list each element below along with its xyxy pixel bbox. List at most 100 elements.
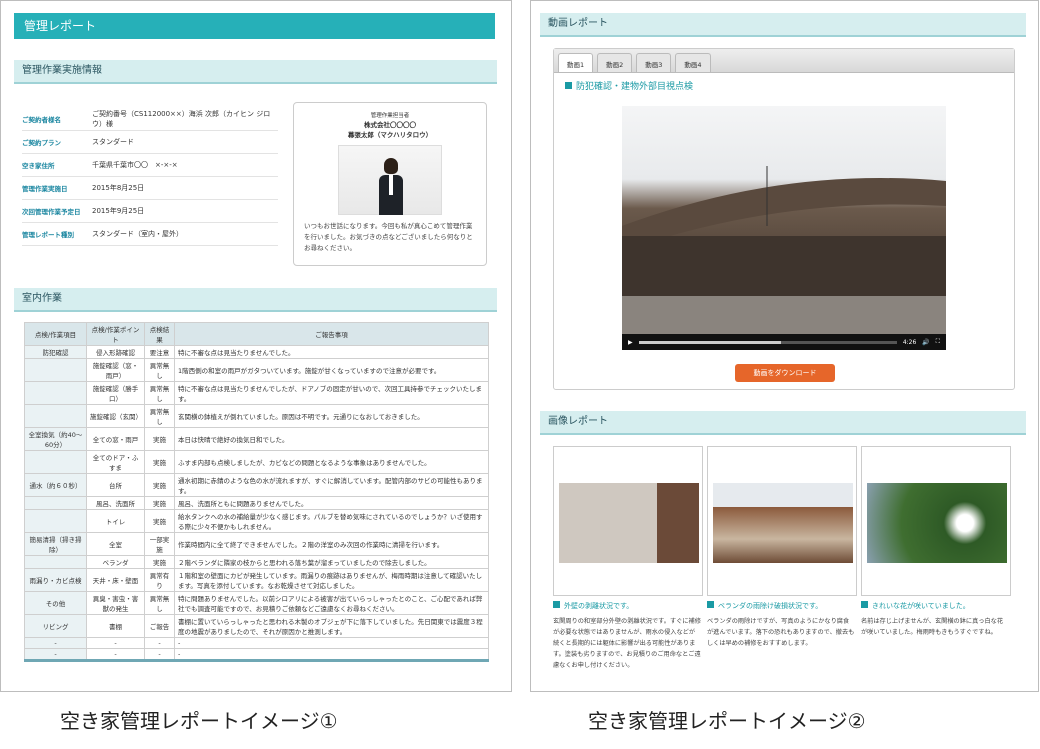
- table-row: 施錠確認（勝手口） 異常無し 特に不審な点は見当たりませんでしたが、ドアノブの固定が…: [24, 381, 489, 405]
- table-row: 風呂、洗面所 実施 風呂、洗面所ともに問題ありませんでした。: [24, 496, 489, 510]
- table-cell: 特に不審な点は見当たりませんでしたが、ドアノブの固定が甘いので、次回工具持参でチ…: [174, 381, 489, 405]
- tab-video-4[interactable]: 動画4: [675, 53, 711, 72]
- table-row: 全てのドア・ふすま 実施 ふすま内部も点検しましたが、カビなどの問題となるような事象…: [24, 450, 489, 474]
- col-point: 点検/作業ポイント: [86, 322, 145, 346]
- table-cell: 一部実施: [144, 532, 175, 556]
- flower-photo: [867, 483, 1007, 563]
- info-row: 空き家住所 千葉県千葉市〇〇 ×-×-×: [22, 154, 278, 177]
- caption-image-1: 空き家管理レポートイメージ①: [60, 709, 338, 733]
- info-value: スタンダード（室内・屋外）: [92, 230, 183, 238]
- tab-video-1[interactable]: 動画1: [558, 53, 594, 72]
- table-cell: ２階ベランダに隣家の枝からと思われる落ち葉が溜まっていましたので除去しました。: [174, 555, 489, 569]
- section-indoor-work: 室内作業: [14, 288, 497, 312]
- table-cell: [24, 381, 87, 405]
- table-row: ベランダ 実施 ２階ベランダに隣家の枝からと思われる落ち葉が溜まっていましたので除去…: [24, 555, 489, 569]
- volume-icon[interactable]: 🔊: [922, 339, 929, 346]
- manager-name: 幕張太郎（マクハリタロウ）: [347, 131, 433, 139]
- table-cell: [24, 496, 87, 510]
- table-row: ----: [24, 637, 489, 649]
- fullscreen-icon[interactable]: ⛶: [936, 338, 940, 346]
- table-cell: 天井・床・壁面: [86, 568, 145, 592]
- tab-video-2[interactable]: 動画2: [597, 53, 633, 72]
- table-cell: 要注意: [144, 345, 175, 359]
- manager-company: 株式会社〇〇〇〇: [364, 121, 416, 129]
- info-key: ご契約プラン: [22, 139, 61, 147]
- table-cell: 全室換気（約40〜60分）: [24, 427, 87, 451]
- contract-info: ご契約者様名 ご契約番号（CS112000××）海浜 次郎（カイヒン ジロウ）様 …: [22, 108, 278, 246]
- table-row: 雨漏り・カビ点検 天井・床・壁面 異常有り １階和室の壁面にカビが発生しています。雨漏…: [24, 568, 489, 592]
- table-row: トイレ 実施 給水タンクへの水の補給量が少なく感じます。パルブを替め気味にされている…: [24, 509, 489, 533]
- info-row: 管理作業実施日 2015年8月25日: [22, 177, 278, 200]
- play-icon[interactable]: ▶: [628, 339, 633, 346]
- table-cell: -: [24, 637, 87, 649]
- download-video-button[interactable]: 動画をダウンロード: [735, 364, 835, 382]
- col-item: 点検/作業項目: [24, 322, 87, 346]
- table-row: 簡易清掃（掃き掃除） 全室 一部実施 作業時間内に全て終了できませんでした。２階の洋室…: [24, 532, 489, 556]
- table-cell: 特に問題ありませんでした。以前シロアリによる被害が出ていらっしゃったとのこと、ご…: [174, 591, 489, 615]
- table-cell: ベランダ: [86, 555, 145, 569]
- table-row: 施錠確認（窓・雨戸） 異常無し 1階西側の和室の雨戸がガタついています。施錠が甘くな…: [24, 358, 489, 382]
- info-row: 次回管理作業予定日 2015年9月25日: [22, 200, 278, 223]
- house-scene: [622, 166, 946, 334]
- tab-video-3[interactable]: 動画3: [636, 53, 672, 72]
- table-cell: 玄関横の鉢植えが倒れていました。原因は不明です。元通りになおしておきました。: [174, 404, 489, 428]
- table-cell: -: [144, 648, 175, 662]
- table-cell: 本日は快晴で絶好の換気日和でした。: [174, 427, 489, 451]
- manager-role: 管理作業担当者: [370, 113, 410, 119]
- table-cell: 全てのドア・ふすま: [86, 450, 145, 474]
- table-cell: [24, 555, 87, 569]
- table-row: ----: [24, 648, 489, 662]
- table-cell: -: [24, 648, 87, 662]
- manager-photo: [338, 145, 442, 215]
- table-cell: 簡易清掃（掃き掃除）: [24, 532, 87, 556]
- table-cell: トイレ: [86, 509, 145, 533]
- table-cell: 異臭・害虫・害獣の発生: [86, 591, 145, 615]
- section-management-info: 管理作業実施情報: [14, 60, 497, 84]
- indoor-work-table: 点検/作業項目 点検/作業ポイント 点検結果 ご報告事項 防犯確認 侵入形跡確認要…: [24, 322, 489, 662]
- seek-bar[interactable]: [638, 340, 897, 344]
- gallery-card-1: [553, 446, 703, 596]
- info-value: 千葉県千葉市〇〇 ×-×-×: [92, 161, 178, 169]
- table-cell: 防犯確認: [24, 345, 87, 359]
- table-cell: 特に不審な点は見当たりませんでした。: [174, 345, 489, 359]
- table-row: 施錠確認（玄関） 異常無し 玄関横の鉢植えが倒れていました。原因は不明です。元通りに…: [24, 404, 489, 428]
- table-cell: 侵入形跡確認: [86, 345, 145, 359]
- table-cell: 異常無し: [144, 591, 175, 615]
- table-cell: -: [174, 648, 489, 662]
- gallery-card-3: [861, 446, 1011, 596]
- table-cell: リビング: [24, 614, 87, 638]
- wall-photo: [559, 483, 699, 563]
- table-cell: 施錠確認（玄関）: [86, 404, 145, 428]
- table-cell: 施錠確認（窓・雨戸）: [86, 358, 145, 382]
- video-time: 4:26: [902, 338, 917, 346]
- info-value: スタンダード: [92, 138, 134, 146]
- manager-card: 管理作業担当者 株式会社〇〇〇〇 幕張太郎（マクハリタロウ） いつもお世話になり…: [293, 102, 487, 266]
- col-result: 点検結果: [144, 322, 175, 346]
- info-key: 管理レポート種別: [22, 231, 74, 239]
- table-cell: 実施: [144, 427, 175, 451]
- info-row: 管理レポート種別 スタンダード（室内・屋外）: [22, 223, 278, 246]
- veranda-photo: [713, 483, 853, 563]
- table-cell: 異常無し: [144, 381, 175, 405]
- info-row: ご契約者様名 ご契約番号（CS112000××）海浜 次郎（カイヒン ジロウ）様: [22, 108, 278, 131]
- table-cell: 異常無し: [144, 404, 175, 428]
- table-cell: [24, 450, 87, 474]
- table-cell: 通水初期に赤錆のような色の水が流れますが、すぐに解消しています。配管内部のサビの…: [174, 473, 489, 497]
- table-cell: -: [144, 637, 175, 649]
- image-text-3: 名前は存じ上げませんが、玄関横の鉢に真っ白な花が咲いていました。梅雨時もきもうす…: [861, 618, 1004, 636]
- table-cell: 書棚に置いていらっしゃったと思われる木製のオブジェが下に落下していました。先日関…: [174, 614, 489, 638]
- image-caption-2: ベランダの雨除け破損状況です。: [707, 601, 822, 611]
- tab-bar: 動画1 動画2 動画3 動画4: [554, 49, 1014, 73]
- info-key: 空き家住所: [22, 162, 55, 170]
- table-cell: 雨漏り・カビ点検: [24, 568, 87, 592]
- info-key: 管理作業実施日: [22, 185, 68, 193]
- table-cell: 1階西側の和室の雨戸がガタついています。施錠が甘くなっていますので注意が必要です…: [174, 358, 489, 382]
- manager-message: いつもお世話になります。今回も私が真心こめて管理作業を行いました。お気づきの点な…: [304, 222, 473, 252]
- col-report: ご報告事項: [174, 322, 489, 346]
- table-cell: 風呂、洗面所: [86, 496, 145, 510]
- video-player[interactable]: ▶ 4:26 🔊 ⛶: [622, 106, 946, 350]
- table-row: その他 異臭・害虫・害獣の発生 異常無し 特に問題ありませんでした。以前シロアリによる…: [24, 591, 489, 615]
- table-cell: [24, 358, 87, 382]
- image-caption-1: 外壁の剥離状況です。: [553, 601, 633, 611]
- video-title: 防犯確認・建物外部目視点検: [565, 79, 693, 92]
